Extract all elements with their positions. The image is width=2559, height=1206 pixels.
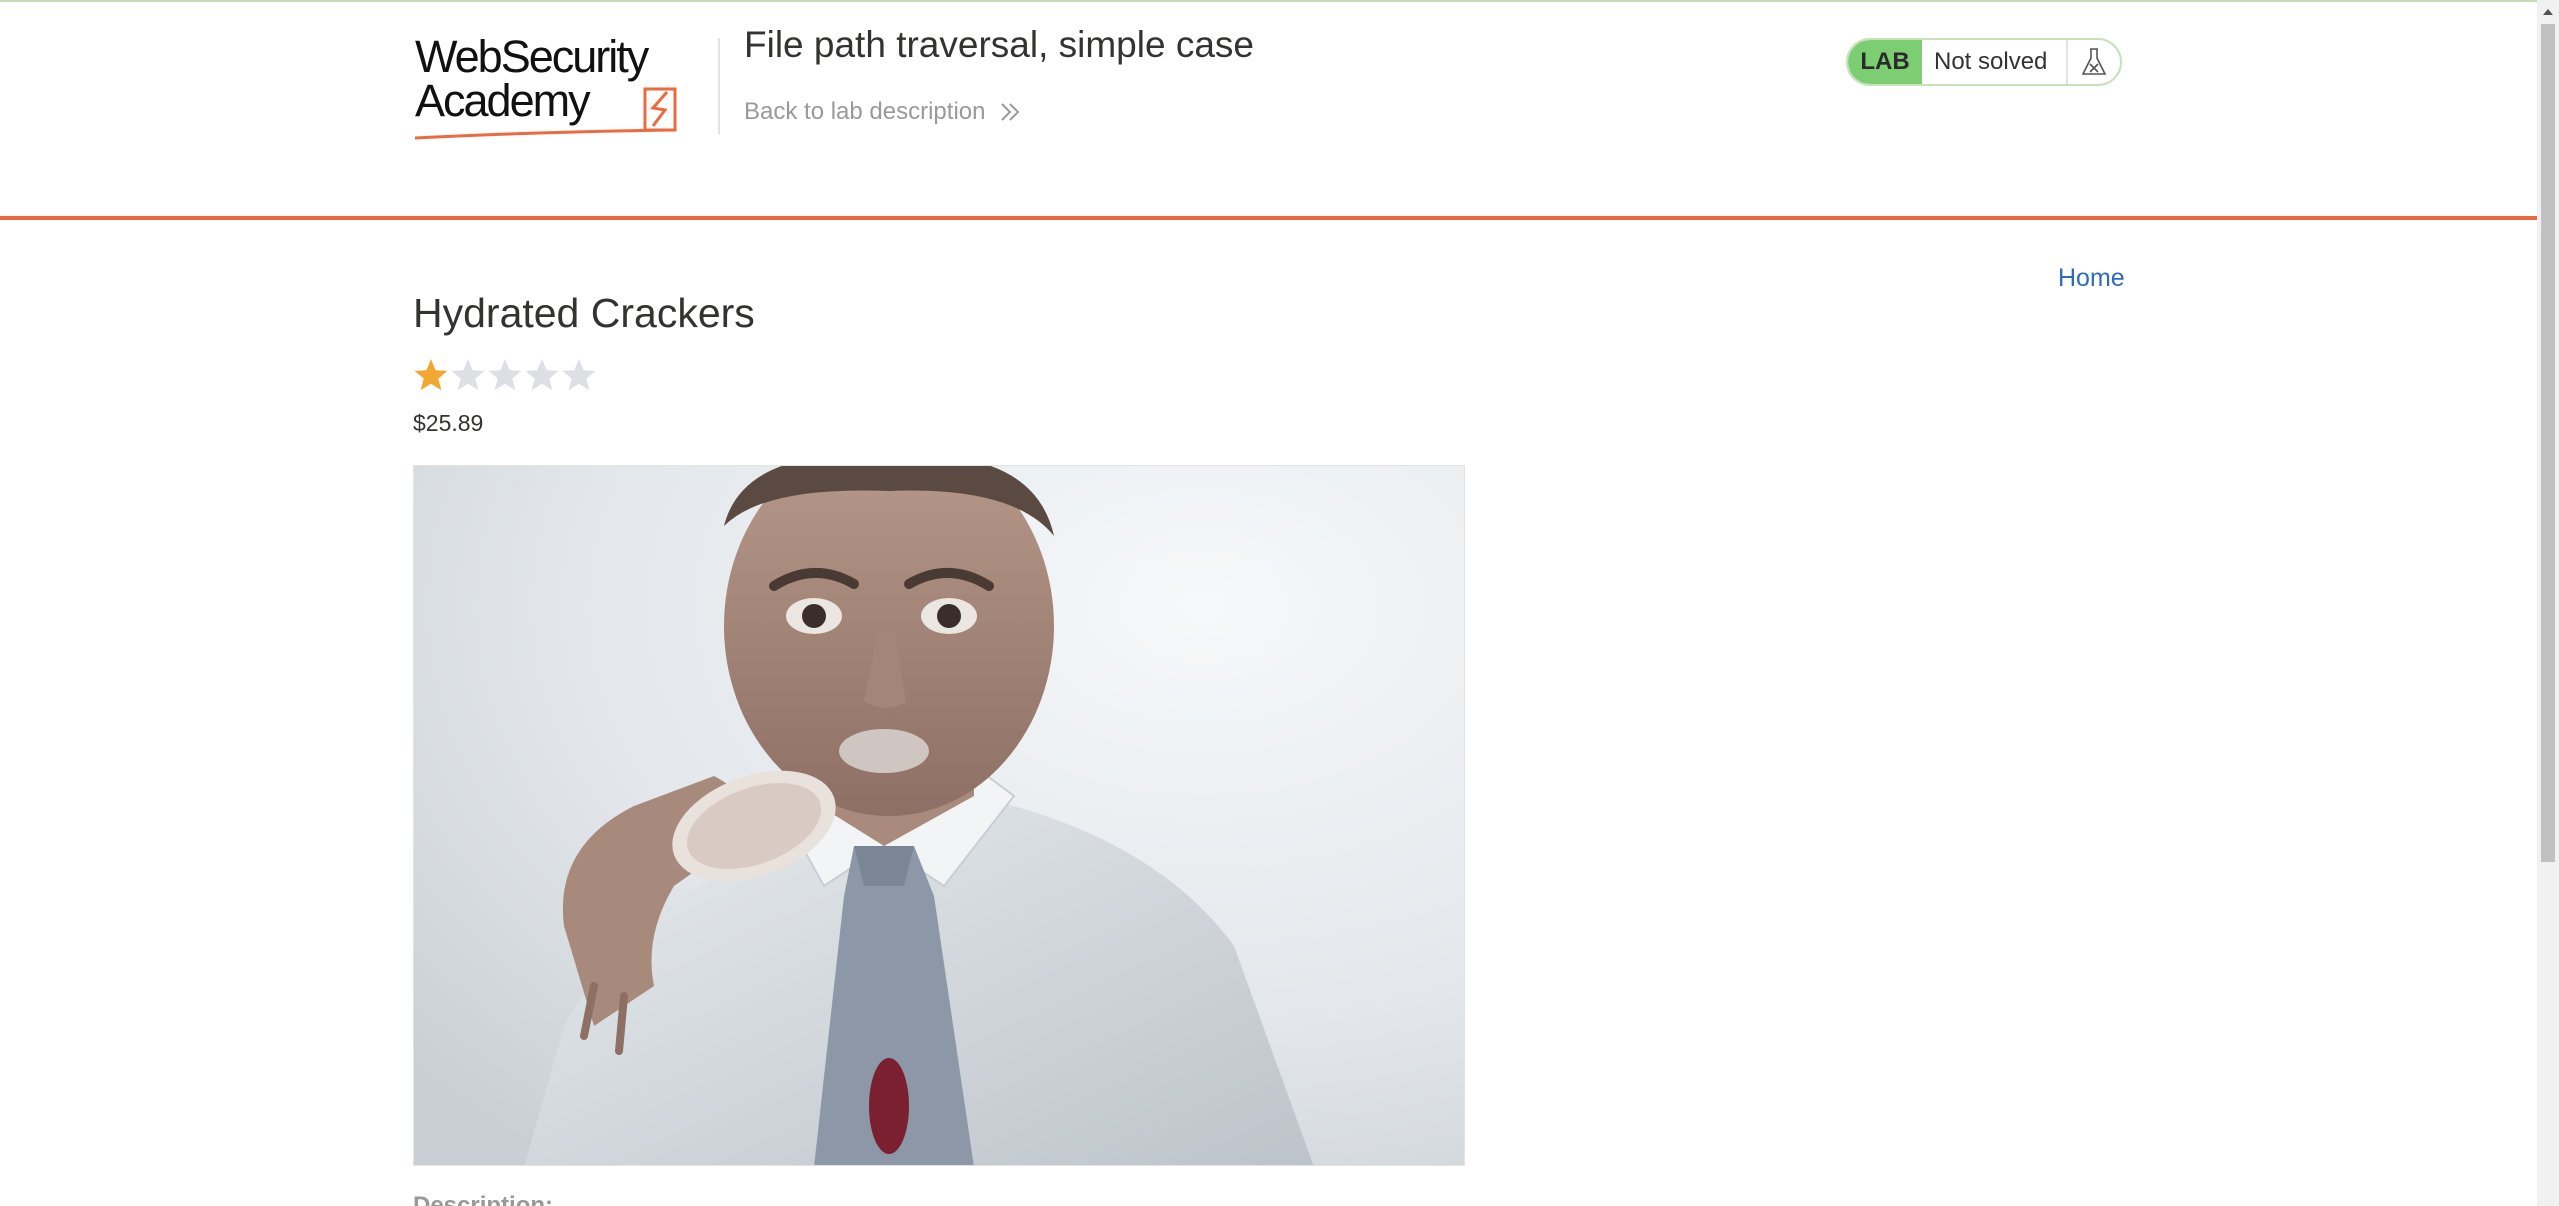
description-label: Description: bbox=[413, 1192, 554, 1206]
star-empty-icon bbox=[488, 359, 522, 391]
lab-status-text: Not solved bbox=[1934, 48, 2048, 75]
lab-title: File path traversal, simple case bbox=[744, 24, 1254, 65]
vertical-scrollbar[interactable] bbox=[2537, 0, 2559, 1206]
lab-badge: LAB bbox=[1848, 40, 1922, 84]
logo-divider bbox=[718, 38, 720, 134]
lab-flask-button[interactable] bbox=[2066, 40, 2120, 84]
scroll-up-arrow-icon[interactable] bbox=[2537, 0, 2559, 22]
star-filled-icon bbox=[414, 359, 448, 391]
double-chevron-right-icon bbox=[1001, 103, 1020, 121]
product-rating bbox=[413, 357, 598, 395]
logo-text-line2: Academy bbox=[415, 75, 591, 126]
star-empty-icon bbox=[451, 359, 485, 391]
home-link[interactable]: Home bbox=[2058, 264, 2125, 293]
star-empty-icon bbox=[525, 359, 559, 391]
product-price: $25.89 bbox=[413, 410, 484, 436]
product-title: Hydrated Crackers bbox=[413, 290, 755, 336]
product-page: WebSecurity Academy File path traversal,… bbox=[0, 0, 2559, 1206]
flask-icon bbox=[2081, 48, 2107, 75]
back-link-label: Back to lab description bbox=[744, 98, 986, 125]
back-to-lab-description-link[interactable]: Back to lab description bbox=[744, 98, 1021, 126]
scrollbar-thumb[interactable] bbox=[2541, 24, 2555, 862]
product-photo bbox=[414, 466, 1464, 1165]
lab-header: WebSecurity Academy File path traversal,… bbox=[0, 2, 2537, 220]
lightning-bolt-icon bbox=[650, 91, 669, 127]
lab-status-widget: LAB Not solved bbox=[1846, 38, 2122, 86]
product-image bbox=[413, 465, 1465, 1166]
star-empty-icon bbox=[562, 359, 596, 391]
header-divider bbox=[0, 216, 2537, 220]
web-security-academy-logo[interactable]: WebSecurity Academy bbox=[413, 34, 718, 146]
